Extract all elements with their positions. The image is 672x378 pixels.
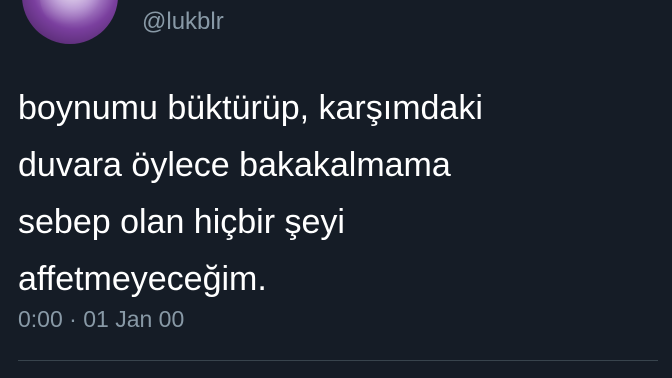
avatar[interactable] bbox=[22, 0, 118, 44]
tweet-text-line: boynumu büktürüp, karşımdaki bbox=[18, 89, 483, 127]
tweet-time: 0:00 bbox=[18, 306, 63, 332]
tweet-text-line: duvara öylece bakakalmama bbox=[18, 146, 451, 184]
tweet-text: boynumu büktürüp, karşımdaki duvara öyle… bbox=[18, 80, 658, 308]
avatar-highlight bbox=[40, 0, 100, 28]
tweet-timestamp[interactable]: 0:00 · 01 Jan 00 bbox=[18, 305, 184, 333]
user-handle[interactable]: @lukblr bbox=[142, 8, 224, 36]
timestamp-separator: · bbox=[69, 306, 77, 332]
tweet-text-line: affetmeyeceğim. bbox=[18, 260, 267, 298]
divider bbox=[18, 360, 658, 361]
tweet-text-line: sebep olan hiçbir şeyi bbox=[18, 203, 345, 241]
tweet-card: @lukblr boynumu büktürüp, karşımdaki duv… bbox=[0, 0, 672, 378]
tweet-date: 01 Jan 00 bbox=[83, 306, 185, 332]
